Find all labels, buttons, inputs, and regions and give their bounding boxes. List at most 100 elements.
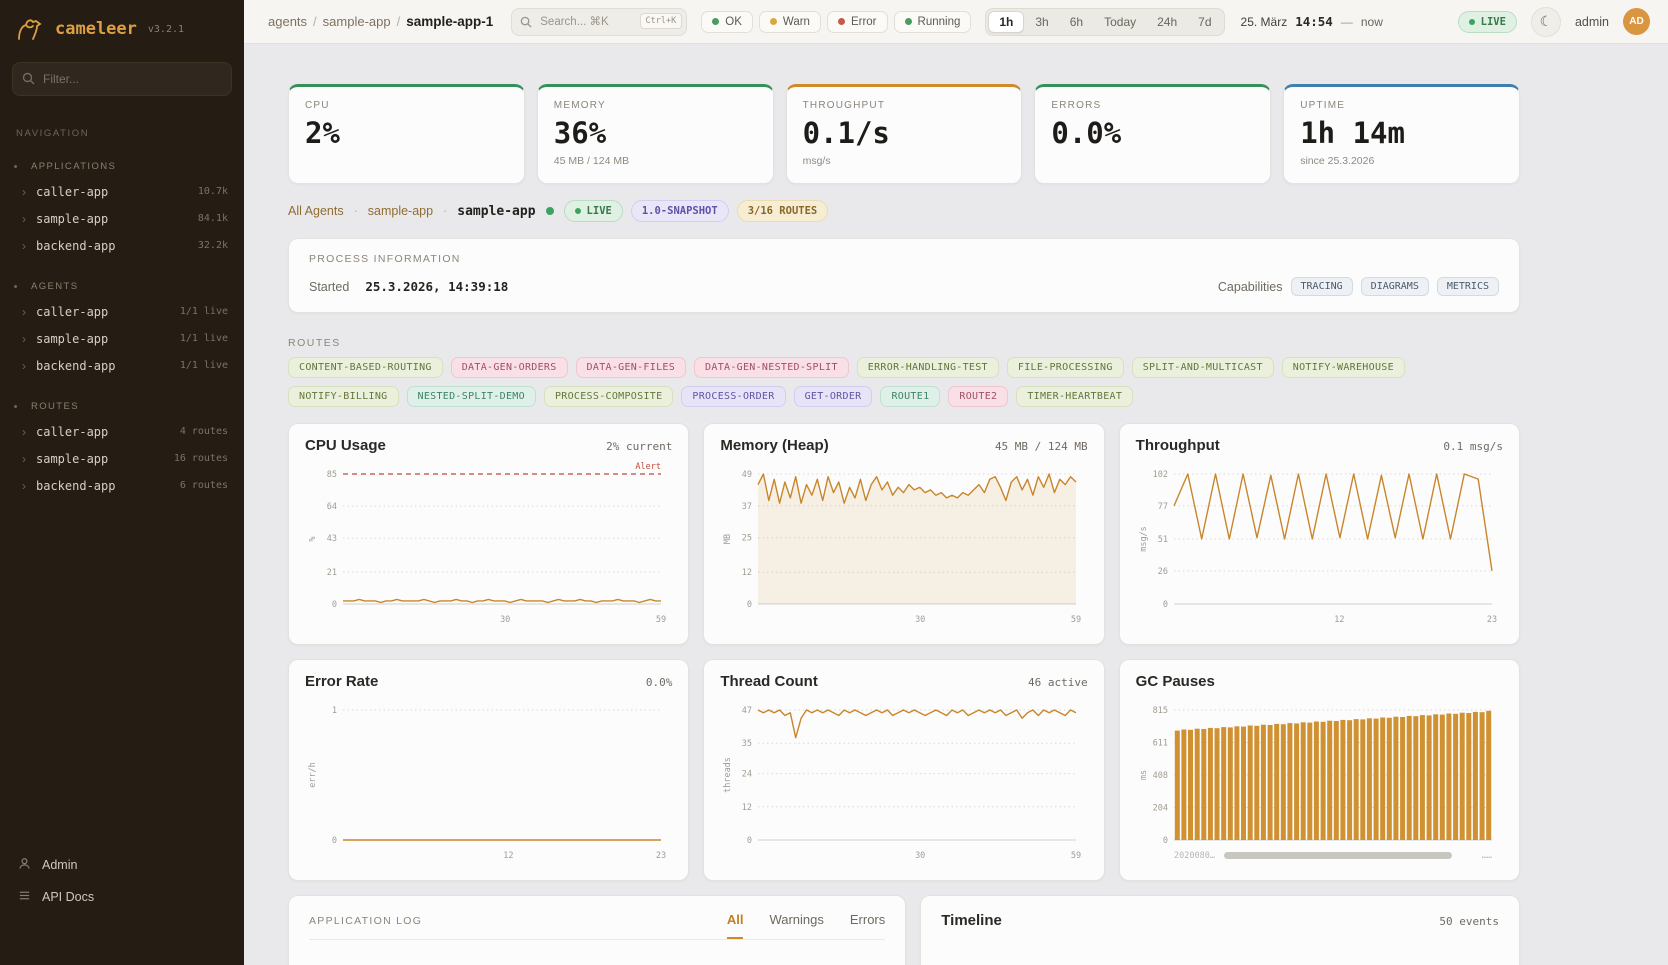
svg-text:85: 85: [327, 470, 337, 480]
sidebar-item-badge: 16 routes: [174, 453, 228, 464]
sidebar-item-sample-app[interactable]: ›sample-app84.1k: [0, 205, 244, 232]
process-info-title: PROCESS INFORMATION: [309, 253, 1499, 265]
breadcrumb: agents / sample-app / sample-app-1: [268, 14, 493, 29]
started-value: 25.3.2026, 14:39:18: [365, 279, 508, 294]
route-badge-data-gen-nested-split[interactable]: DATA-GEN-NESTED-SPLIT: [694, 357, 849, 378]
app-screen: cameleer v3.2.1 NAVIGATION APPLICATIONS›…: [0, 0, 1668, 965]
route-badge-nested-split-demo[interactable]: NESTED-SPLIT-DEMO: [407, 386, 536, 407]
date-range[interactable]: 25. März 14:54 — now: [1241, 14, 1383, 29]
status-filter-running[interactable]: Running: [894, 11, 972, 33]
time-range-7d[interactable]: 7d: [1188, 11, 1221, 33]
section-label: APPLICATIONS: [31, 161, 116, 172]
sidebar-item-caller-app[interactable]: ›caller-app1/1 live: [0, 298, 244, 325]
route-badge-get-order[interactable]: GET-ORDER: [794, 386, 873, 407]
sample-app-link[interactable]: sample-app: [368, 204, 433, 218]
svg-text:204: 204: [1152, 804, 1167, 814]
all-agents-link[interactable]: All Agents: [288, 204, 344, 218]
dark-mode-toggle[interactable]: ☾: [1531, 7, 1561, 37]
avatar[interactable]: AD: [1623, 8, 1650, 35]
route-badge-file-processing[interactable]: FILE-PROCESSING: [1007, 357, 1124, 378]
svg-text:59: 59: [1071, 615, 1081, 625]
chevron-right-icon: ›: [22, 212, 36, 226]
section-bullet-icon: [14, 285, 17, 288]
footer-item-api-docs[interactable]: API Docs: [16, 881, 228, 913]
chart-title: Thread Count: [720, 673, 818, 690]
date-separator: —: [1341, 15, 1353, 29]
route-badge-list: CONTENT-BASED-ROUTING DATA-GEN-ORDERS DATA…: [288, 357, 1520, 407]
svg-text:49: 49: [742, 470, 752, 480]
sidebar-item-backend-app[interactable]: ›backend-app1/1 live: [0, 352, 244, 379]
status-filter-group: OK Warn Error Running: [701, 11, 971, 33]
route-badge-notify-billing[interactable]: NOTIFY-BILLING: [288, 386, 399, 407]
time-range-1h[interactable]: 1h: [988, 11, 1024, 33]
filter-input[interactable]: [12, 62, 232, 96]
sidebar-item-badge: 6 routes: [180, 480, 228, 491]
footer-item-label: API Docs: [42, 890, 94, 904]
time-range-24h[interactable]: 24h: [1147, 11, 1187, 33]
svg-text:0: 0: [747, 600, 752, 610]
stat-label: THROUGHPUT: [803, 100, 1006, 111]
time-range-6h[interactable]: 6h: [1060, 11, 1093, 33]
svg-text:43: 43: [327, 534, 337, 544]
log-tab-errors[interactable]: Errors: [850, 912, 885, 939]
breadcrumb-agents[interactable]: agents: [268, 14, 307, 29]
sidebar-item-caller-app[interactable]: ›caller-app4 routes: [0, 418, 244, 445]
started-label: Started: [309, 280, 349, 294]
logo-row[interactable]: cameleer v3.2.1: [0, 0, 244, 54]
route-badge-route2[interactable]: ROUTE2: [948, 386, 1008, 407]
sidebar-item-caller-app[interactable]: ›caller-app10.7k: [0, 178, 244, 205]
route-badge-content-based-routing[interactable]: CONTENT-BASED-ROUTING: [288, 357, 443, 378]
footer-item-admin[interactable]: Admin: [16, 849, 228, 881]
badge-label: LIVE: [587, 205, 612, 217]
search-icon: [520, 15, 532, 33]
route-badge-data-gen-files[interactable]: DATA-GEN-FILES: [576, 357, 687, 378]
route-badge-error-handling-test[interactable]: ERROR-HANDLING-TEST: [857, 357, 999, 378]
stat-label: MEMORY: [554, 100, 757, 111]
agent-live-badge: LIVE: [564, 200, 623, 222]
search-icon: [22, 72, 35, 90]
sidebar-filter: [12, 62, 232, 96]
sidebar-section-header: APPLICATIONS: [0, 157, 244, 178]
stat-sub: 45 MB / 124 MB: [554, 155, 757, 167]
status-filter-ok[interactable]: OK: [701, 11, 753, 33]
svg-text:51: 51: [1157, 535, 1167, 545]
chevron-right-icon: ›: [22, 359, 36, 373]
memory-heap-chart: 012253749MB3059: [720, 458, 1087, 634]
live-label: LIVE: [1481, 16, 1506, 28]
status-filter-error[interactable]: Error: [827, 11, 888, 33]
time-range-3h[interactable]: 3h: [1025, 11, 1058, 33]
status-filter-warn[interactable]: Warn: [759, 11, 821, 33]
sidebar-item-sample-app[interactable]: ›sample-app1/1 live: [0, 325, 244, 352]
route-badge-process-order[interactable]: PROCESS-ORDER: [681, 386, 785, 407]
route-badge-split-and-multicast[interactable]: SPLIT-AND-MULTICAST: [1132, 357, 1274, 378]
status-filter-label: Running: [918, 16, 961, 28]
chart-current-value: 0.1 msg/s: [1443, 440, 1503, 453]
route-badge-data-gen-orders[interactable]: DATA-GEN-ORDERS: [451, 357, 568, 378]
chart-card-thread-count: Thread Count46 active 012243547threads30…: [703, 659, 1104, 881]
sidebar-item-backend-app[interactable]: ›backend-app32.2k: [0, 232, 244, 259]
breadcrumb-separator: /: [313, 14, 317, 29]
breadcrumb-sample-app[interactable]: sample-app: [323, 14, 391, 29]
chart-current-value: 2% current: [606, 440, 672, 453]
agent-status-dot-icon: [546, 207, 554, 215]
sidebar-item-badge: 32.2k: [198, 240, 228, 251]
route-badge-route1[interactable]: ROUTE1: [880, 386, 940, 407]
route-badge-timer-heartbeat[interactable]: TIMER-HEARTBEAT: [1016, 386, 1133, 407]
svg-text:0: 0: [747, 836, 752, 846]
route-badge-notify-warehouse[interactable]: NOTIFY-WAREHOUSE: [1282, 357, 1405, 378]
svg-text:ms: ms: [1139, 770, 1149, 780]
sidebar-item-sample-app[interactable]: ›sample-app16 routes: [0, 445, 244, 472]
main-column: agents / sample-app / sample-app-1 Ctrl+…: [244, 0, 1668, 965]
live-indicator[interactable]: LIVE: [1458, 11, 1517, 33]
log-tab-all[interactable]: All: [727, 912, 744, 939]
sidebar-item-backend-app[interactable]: ›backend-app6 routes: [0, 472, 244, 499]
timeline-header: Timeline 50 events: [941, 912, 1499, 929]
chevron-right-icon: ›: [22, 425, 36, 439]
time-range-today[interactable]: Today: [1094, 11, 1146, 33]
live-dot-icon: [575, 208, 581, 214]
timeline-card: Timeline 50 events: [920, 895, 1520, 965]
svg-text:102: 102: [1152, 470, 1167, 480]
sidebar-item-badge: 84.1k: [198, 213, 228, 224]
log-tab-warnings[interactable]: Warnings: [769, 912, 823, 939]
route-badge-process-composite[interactable]: PROCESS-COMPOSITE: [544, 386, 673, 407]
